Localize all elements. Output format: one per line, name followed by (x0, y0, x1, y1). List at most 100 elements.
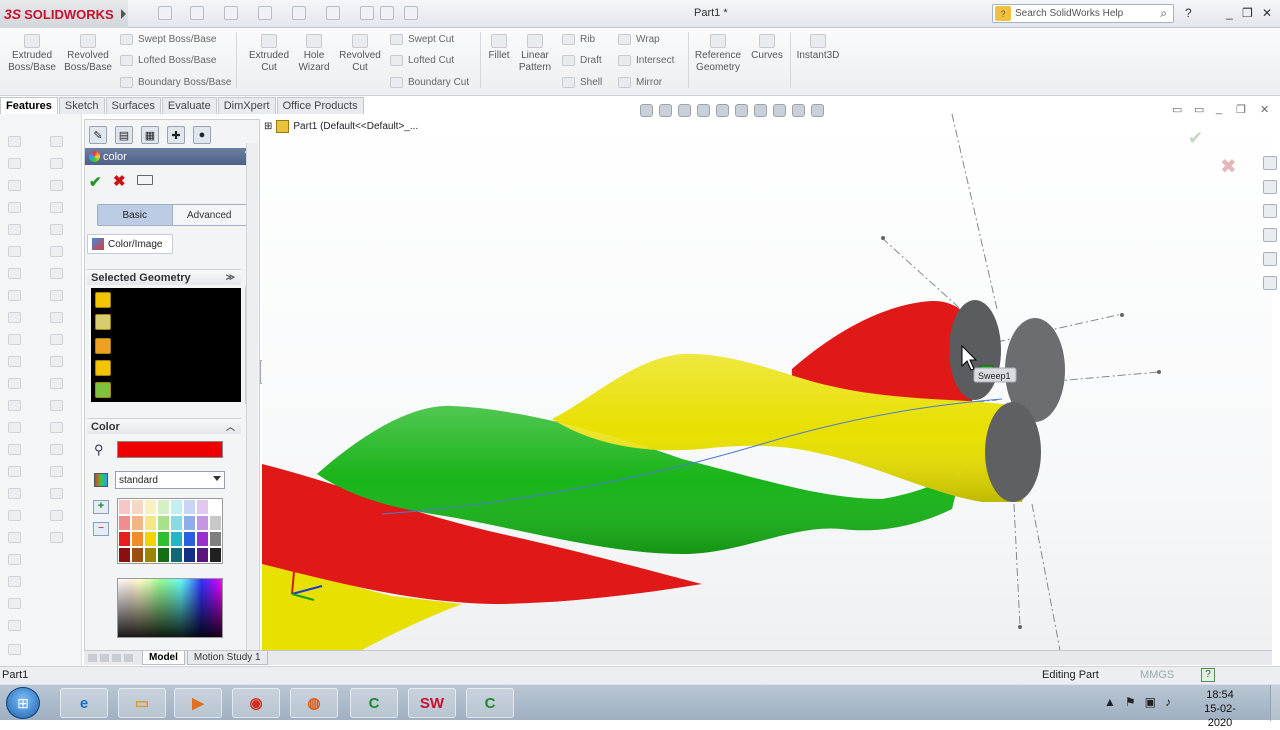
extruded-boss-button[interactable]: Extruded Boss/Base (4, 34, 60, 74)
file-explorer-icon[interactable]: ▭ (118, 688, 166, 718)
mirror-button[interactable]: Mirror (618, 77, 662, 88)
revolved-cut-button[interactable]: Revolved Cut (336, 34, 384, 74)
add-swatch-button[interactable]: + (93, 500, 109, 514)
media-player-icon[interactable]: ▶ (174, 688, 222, 718)
shell-button[interactable]: Shell (562, 77, 602, 88)
palette-swatch[interactable] (157, 499, 170, 515)
lofted-boss-button[interactable]: Lofted Boss/Base (120, 55, 216, 66)
tray-expand-icon[interactable]: ▲ (1104, 695, 1116, 709)
tab-surfaces[interactable]: Surfaces (105, 97, 161, 114)
basic-button[interactable]: Basic (98, 205, 172, 225)
color-spectrum[interactable] (117, 578, 223, 638)
camtasia-recorder-icon[interactable]: C (466, 688, 514, 718)
palette-swatch[interactable] (183, 531, 196, 547)
network-icon[interactable]: ▣ (1145, 695, 1156, 709)
previous-view-icon[interactable] (678, 103, 691, 117)
tab-sketch[interactable]: Sketch (58, 97, 105, 114)
show-desktop-button[interactable] (1270, 685, 1280, 721)
sketch-tool-icon[interactable] (8, 532, 21, 543)
sketch-tool-icon[interactable] (8, 510, 21, 521)
tab-features[interactable]: Features (0, 97, 58, 114)
palette-swatch[interactable] (209, 515, 222, 531)
property-manager-scrollbar[interactable] (246, 143, 258, 651)
palette-swatch[interactable] (144, 499, 157, 515)
minimize-icon[interactable]: _ (1226, 6, 1233, 20)
palette-swatch[interactable] (209, 499, 222, 515)
sketch-tool-icon[interactable] (50, 510, 63, 521)
sketch-tool-icon[interactable] (8, 158, 21, 169)
file-properties-icon[interactable] (380, 6, 394, 20)
edit-appearance-icon[interactable] (773, 103, 786, 117)
status-units[interactable]: MMGS (1140, 669, 1174, 681)
palette-swatch[interactable] (170, 515, 183, 531)
select-part-icon[interactable] (95, 292, 111, 308)
sketch-tool-icon[interactable] (50, 466, 63, 477)
confirm-corner-ok-icon[interactable]: ✔ (1188, 128, 1203, 149)
swept-boss-button[interactable]: Swept Boss/Base (120, 34, 216, 45)
color-header[interactable]: Color ︿ (87, 418, 241, 434)
select-surfaces-icon[interactable] (95, 338, 111, 354)
select-bodies-icon[interactable] (95, 360, 111, 376)
selected-geometry-header[interactable]: Selected Geometry ≫ (87, 269, 241, 285)
palette-swatch[interactable] (196, 547, 209, 563)
sketch-tool-icon[interactable] (50, 268, 63, 279)
undo-icon[interactable] (292, 6, 306, 20)
sketch-tool-icon[interactable] (50, 136, 63, 147)
firefox-icon[interactable]: ◍ (290, 688, 338, 718)
print-icon[interactable] (258, 6, 272, 20)
viewport-minimize-icon[interactable]: _ (1216, 103, 1222, 115)
pin-icon[interactable] (137, 175, 153, 185)
sketch-tool-icon[interactable] (8, 356, 21, 367)
restore-icon[interactable]: ❐ (1242, 6, 1253, 20)
lofted-cut-button[interactable]: Lofted Cut (390, 55, 454, 66)
rebuild-icon[interactable] (360, 6, 374, 20)
color-palette-grid[interactable] (117, 498, 223, 564)
zoom-to-fit-icon[interactable] (640, 103, 653, 117)
palette-swatch[interactable] (196, 499, 209, 515)
palette-swatch[interactable] (144, 531, 157, 547)
sketch-tool-icon[interactable] (50, 422, 63, 433)
intersect-button[interactable]: Intersect (618, 55, 674, 66)
tab-model[interactable]: Model (142, 651, 185, 665)
tab-scroll-nav[interactable] (84, 654, 142, 662)
property-manager-icon[interactable]: ▤ (115, 126, 133, 144)
sketch-tool-icon[interactable] (50, 246, 63, 257)
tab-evaluate[interactable]: Evaluate (161, 97, 217, 114)
palette-swatch[interactable] (209, 531, 222, 547)
palette-swatch[interactable] (131, 499, 144, 515)
open-document-icon[interactable] (190, 6, 204, 20)
solidworks-logo[interactable]: 3S SOLIDWORKS (0, 0, 128, 28)
curves-button[interactable]: Curves (748, 34, 786, 62)
revolved-boss-button[interactable]: Revolved Boss/Base (62, 34, 114, 74)
palette-swatch[interactable] (183, 499, 196, 515)
sketch-tool-icon[interactable] (8, 136, 21, 147)
palette-swatch[interactable] (183, 547, 196, 563)
viewport-restore-icon[interactable]: ❐ (1236, 103, 1246, 116)
feature-tree-root[interactable]: ⊞ Part1 (Default<<Default>_... (264, 120, 418, 133)
search-icon[interactable]: ⌕ (1160, 6, 1167, 21)
current-color-swatch[interactable] (117, 441, 223, 458)
sketch-tool-icon[interactable] (8, 180, 21, 191)
apply-scene-icon[interactable] (792, 103, 805, 117)
palette-swatch[interactable] (157, 515, 170, 531)
clock[interactable]: 18:54 15-02-2020 (1196, 688, 1244, 730)
boundary-boss-button[interactable]: Boundary Boss/Base (120, 77, 231, 88)
palette-swatch[interactable] (131, 547, 144, 563)
viewport-split-icon[interactable]: ▭ (1172, 103, 1182, 116)
palette-swatch[interactable] (131, 515, 144, 531)
view-settings-icon[interactable] (811, 103, 824, 117)
design-library-icon[interactable] (1263, 180, 1277, 194)
wrap-button[interactable]: Wrap (618, 34, 660, 45)
sketch-tool-icon[interactable] (50, 378, 63, 389)
expand-icon[interactable]: ⊞ (264, 121, 272, 132)
save-icon[interactable] (224, 6, 238, 20)
solidworks-resources-icon[interactable] (1263, 156, 1277, 170)
eyedropper-icon[interactable]: ⚲ (94, 442, 104, 458)
help-search-input[interactable]: Search SolidWorks Help (1015, 8, 1123, 19)
appearances-icon[interactable] (1263, 252, 1277, 266)
start-button[interactable]: ⊞ (6, 687, 40, 719)
viewport-tile-icon[interactable]: ▭ (1194, 103, 1204, 116)
select-icon[interactable] (326, 6, 340, 20)
sketch-tool-icon[interactable] (50, 488, 63, 499)
options-icon[interactable] (404, 6, 418, 20)
